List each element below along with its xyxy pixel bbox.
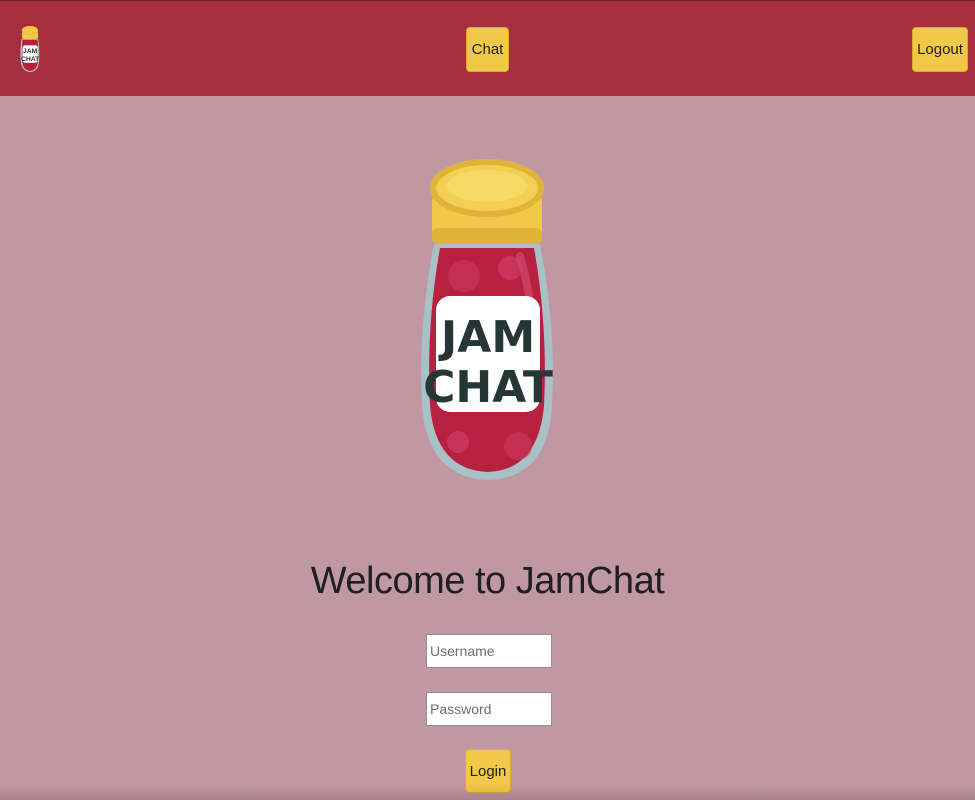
jam-jar-logo-icon[interactable]: JAM CHAT bbox=[16, 25, 44, 73]
logout-button[interactable]: Logout bbox=[912, 27, 968, 72]
nav-logo-text-bottom: CHAT bbox=[21, 56, 40, 63]
password-input[interactable] bbox=[426, 692, 552, 726]
hero-logo-text-bottom: CHAT bbox=[423, 362, 553, 413]
page-title: Welcome to JamChat bbox=[310, 560, 665, 602]
username-input[interactable] bbox=[426, 634, 552, 668]
navbar: JAM CHAT Chat Logout bbox=[0, 0, 975, 96]
nav-logo-text-top: JAM bbox=[23, 48, 38, 55]
login-button[interactable]: Login bbox=[465, 749, 511, 793]
chat-button[interactable]: Chat bbox=[466, 27, 509, 72]
jam-jar-hero-image: JAM CHAT bbox=[421, 159, 553, 480]
hero-logo-text-top: JAM bbox=[438, 312, 535, 363]
